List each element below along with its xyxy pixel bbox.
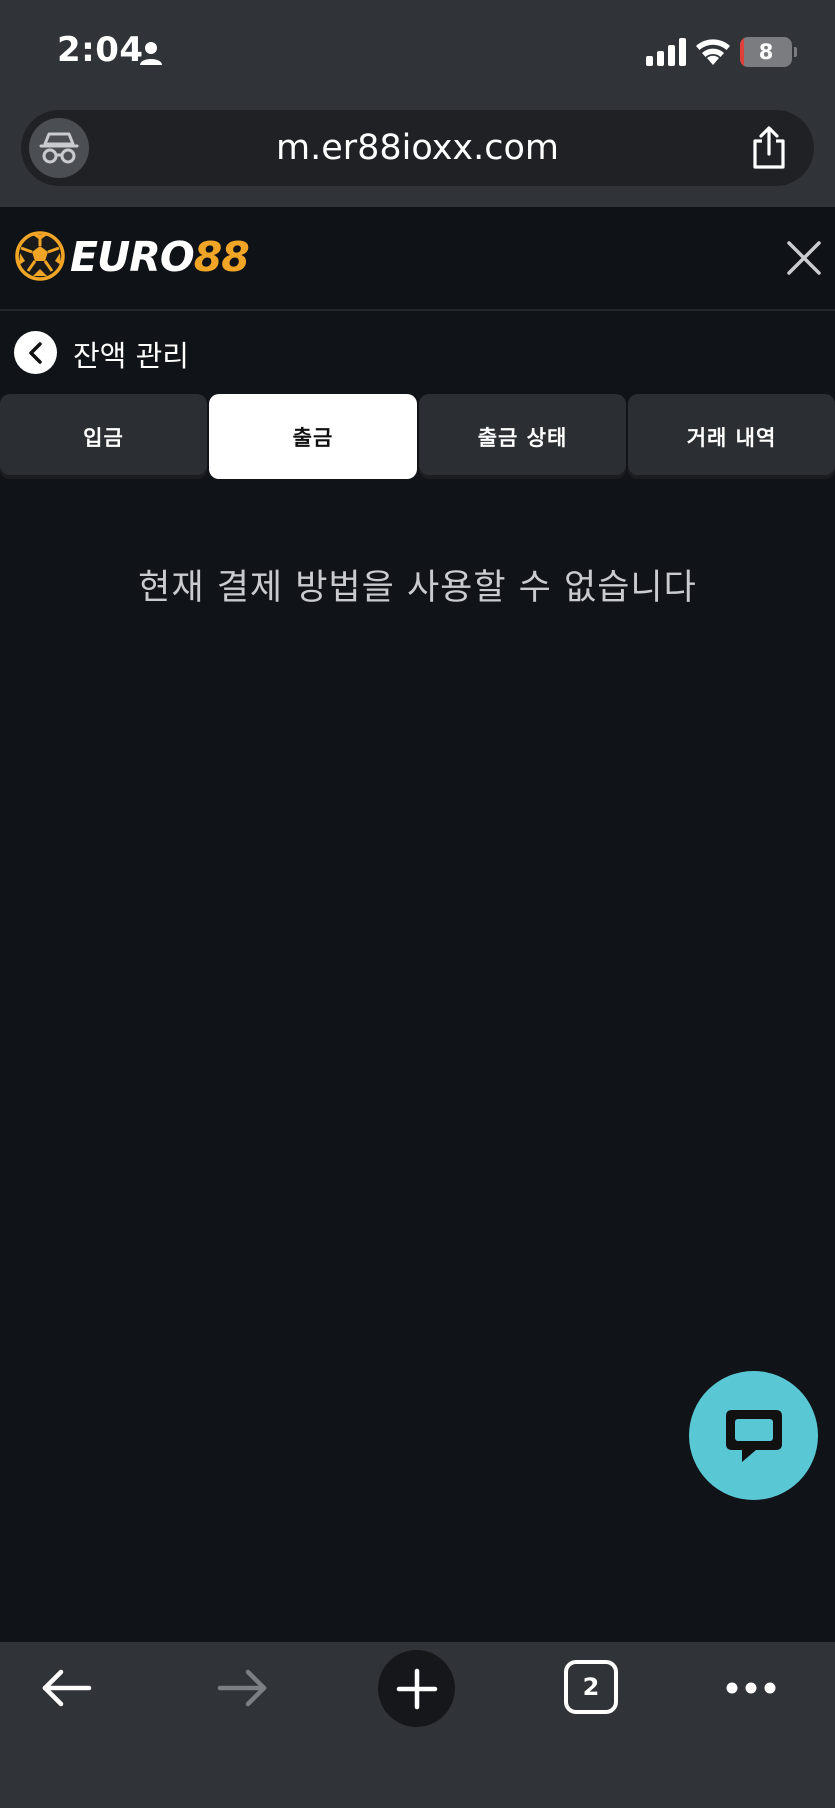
- tab-deposit[interactable]: 입금: [0, 394, 207, 479]
- balance-tabs: 입금 출금 출금 상태 거래 내역: [0, 394, 835, 479]
- battery-icon: 8: [740, 37, 798, 67]
- url-text[interactable]: m.er88ioxx.com: [121, 110, 714, 186]
- share-button[interactable]: [744, 123, 794, 173]
- more-horizontal-icon[interactable]: [720, 1643, 782, 1733]
- back-button[interactable]: [14, 331, 57, 374]
- plus-icon: [396, 1668, 437, 1709]
- page-title: 잔액 관리: [73, 339, 189, 373]
- address-bar[interactable]: m.er88ioxx.com: [21, 110, 814, 186]
- wifi-icon: [696, 39, 730, 65]
- incognito-button[interactable]: [29, 118, 89, 178]
- site-header: EURO88: [0, 207, 835, 311]
- tab-count-button[interactable]: 2: [564, 1660, 618, 1714]
- live-chat-button[interactable]: [689, 1371, 818, 1500]
- chevron-left-icon: [28, 341, 42, 364]
- browser-top-chrome: 2:04 8 m.er88ioxx.com: [0, 0, 835, 207]
- arrow-left-icon: [42, 1669, 92, 1707]
- cellular-signal-icon: [646, 38, 686, 66]
- logo-primary: EURO: [70, 233, 195, 281]
- share-icon: [753, 126, 785, 169]
- incognito-icon: [39, 132, 79, 164]
- logo-accent: 88: [193, 233, 250, 281]
- app-page: 2:04 8 m.er88ioxx.com EURO88 잔액 관리 입금 출금…: [0, 0, 835, 1808]
- chat-bubble-icon: [725, 1409, 782, 1462]
- status-time: 2:04: [57, 30, 144, 70]
- browser-back-button[interactable]: [32, 1643, 102, 1733]
- person-icon: [140, 42, 162, 65]
- battery-level: 8: [758, 40, 774, 64]
- site-logo[interactable]: EURO88: [70, 233, 250, 281]
- arrow-right-icon: [217, 1669, 267, 1707]
- browser-forward-button[interactable]: [207, 1643, 277, 1733]
- close-icon[interactable]: [786, 240, 822, 276]
- tab-withdraw[interactable]: 출금: [209, 394, 417, 479]
- tab-withdraw-status[interactable]: 출금 상태: [419, 394, 626, 479]
- soccer-ball-icon: [15, 231, 65, 281]
- tab-transaction-history[interactable]: 거래 내역: [628, 394, 835, 479]
- new-tab-button[interactable]: [378, 1650, 455, 1727]
- empty-state-message: 현재 결제 방법을 사용할 수 없습니다: [138, 568, 697, 608]
